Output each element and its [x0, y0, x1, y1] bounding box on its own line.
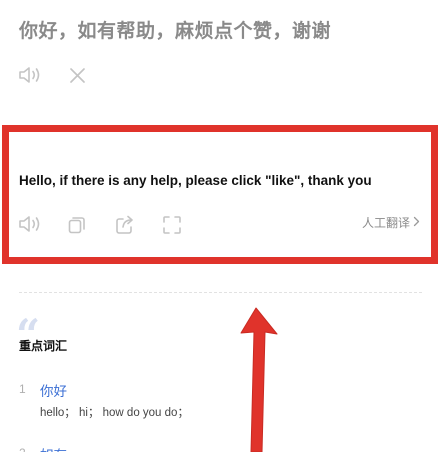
vocab-item-word[interactable]: 你好	[40, 380, 67, 400]
copy-icon[interactable]	[67, 215, 87, 235]
share-icon[interactable]	[114, 214, 136, 236]
speaker-icon[interactable]	[18, 66, 44, 84]
speaker-icon[interactable]	[18, 215, 44, 233]
source-text: 你好，如有帮助，麻烦点个赞，谢谢	[19, 21, 332, 42]
chevron-right-icon	[413, 216, 420, 230]
vocab-heading: 重点词汇	[19, 339, 68, 353]
vocab-item-number: 2	[19, 446, 26, 452]
human-translate-link[interactable]: 人工翻译	[362, 214, 420, 231]
translation-text: Hello, if there is any help, please clic…	[19, 173, 372, 188]
close-icon[interactable]	[69, 67, 86, 84]
vocab-item-number: 1	[19, 382, 26, 396]
human-translate-label: 人工翻译	[362, 216, 411, 230]
fullscreen-icon[interactable]	[162, 215, 182, 235]
highlight-frame	[2, 125, 438, 264]
vocab-item-definition: hello； hi； how do you do；	[40, 407, 189, 419]
annotation-arrow	[240, 307, 278, 452]
section-divider	[19, 292, 422, 293]
vocab-item-word[interactable]: 如有	[40, 444, 67, 452]
